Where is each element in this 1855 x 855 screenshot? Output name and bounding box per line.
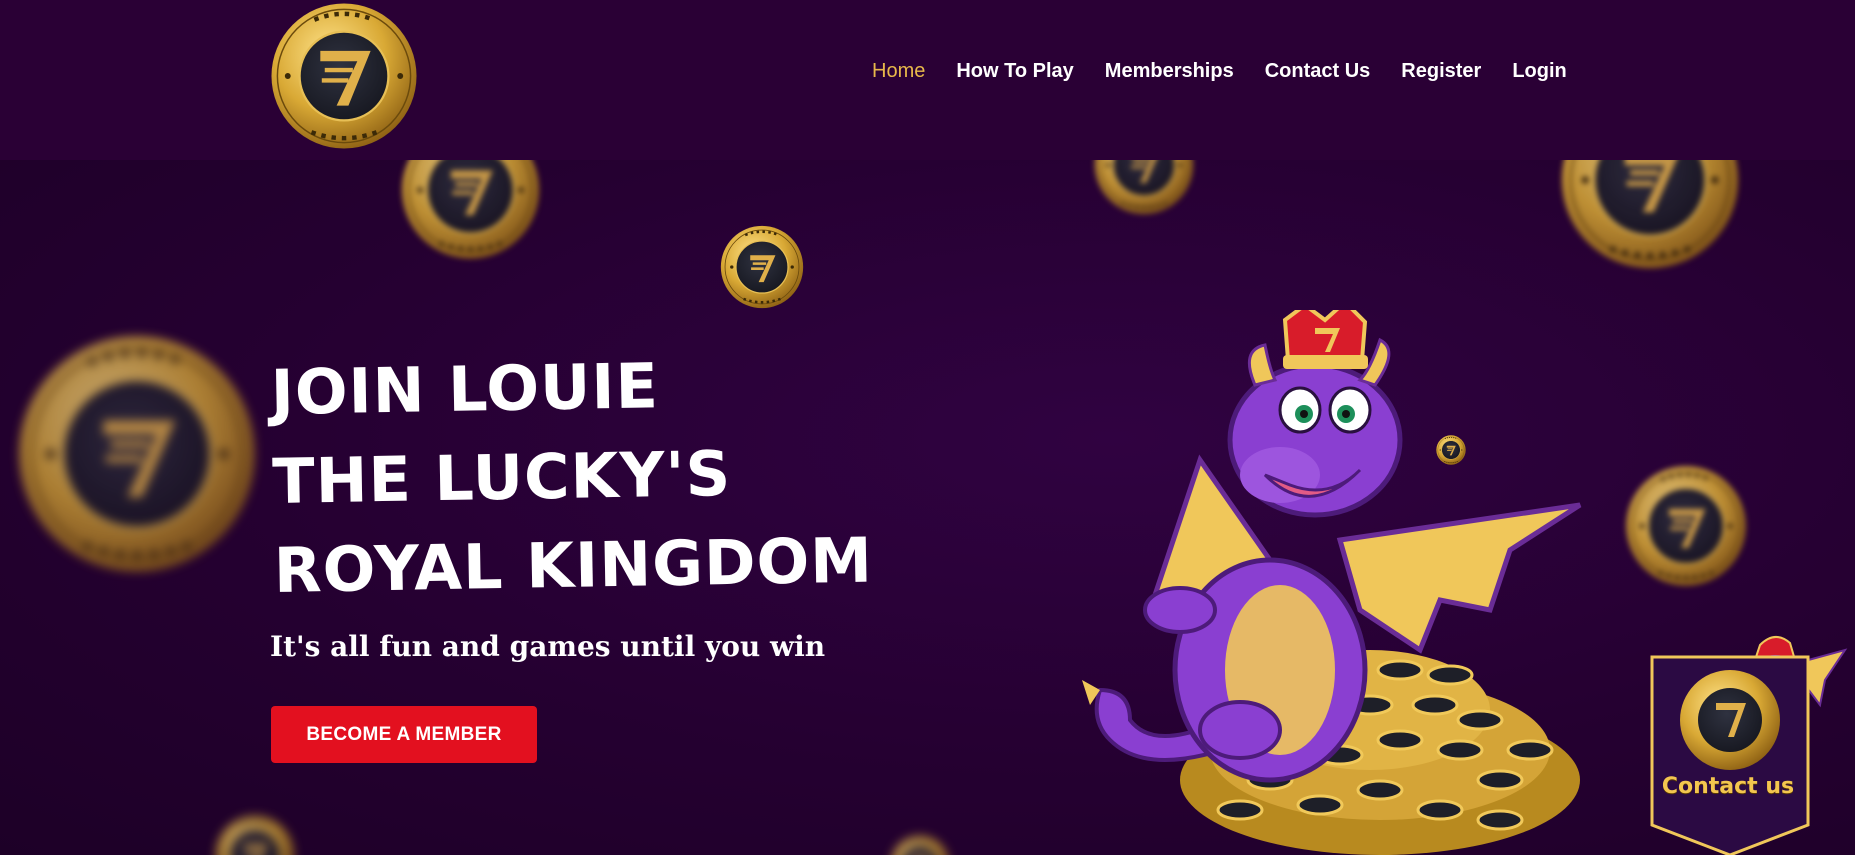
gold-coin-icon <box>1540 160 1760 270</box>
triple-sevens-logo-icon[interactable] <box>270 2 418 150</box>
gold-coin-icon <box>1085 160 1203 215</box>
nav-home[interactable]: Home <box>872 60 925 83</box>
nav-register[interactable]: Register <box>1401 60 1481 83</box>
nav-how-to-play[interactable]: How To Play <box>956 60 1073 83</box>
headline-line-1: JOIN LOUIE <box>270 349 660 429</box>
hero-section: JOIN LOUIE THE LUCKY'S ROYAL KINGDOM It'… <box>0 160 1855 855</box>
site-header: Home How To Play Memberships Contact Us … <box>0 0 1855 160</box>
crown-icon <box>1282 310 1368 369</box>
headline-line-3: ROYAL KINGDOM <box>273 523 874 607</box>
contact-us-widget[interactable] <box>1640 615 1855 855</box>
main-nav: Home How To Play Memberships Contact Us … <box>872 60 1567 83</box>
gold-coin-icon <box>200 815 310 855</box>
hero-headline: JOIN LOUIE THE LUCKY'S ROYAL KINGDOM <box>270 338 874 615</box>
gold-coin-icon <box>1625 465 1747 587</box>
dragon-wing-right <box>1336 502 1582 654</box>
headline-line-2: THE LUCKY'S <box>271 436 732 518</box>
nav-login[interactable]: Login <box>1512 60 1566 83</box>
dragon-mascot-icon <box>1082 310 1582 855</box>
gold-coin-icon <box>14 334 260 574</box>
nav-memberships[interactable]: Memberships <box>1105 60 1234 83</box>
hero-tagline: It's all fun and games until you win <box>270 630 826 663</box>
gold-coin-icon <box>720 225 804 309</box>
become-member-button[interactable]: BECOME A MEMBER <box>271 706 537 763</box>
contact-us-label[interactable]: Contact us <box>1650 774 1806 799</box>
gold-coin-icon <box>865 835 975 855</box>
nav-contact-us[interactable]: Contact Us <box>1265 60 1371 83</box>
gold-coin-icon <box>388 160 553 260</box>
